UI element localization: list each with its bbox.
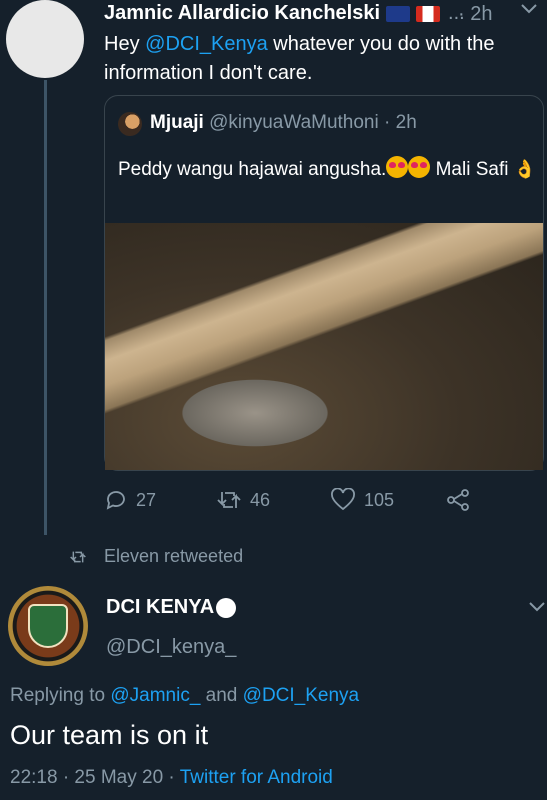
mention-link-dci[interactable]: @DCI_Kenya bbox=[243, 685, 359, 706]
chevron-down-icon[interactable] bbox=[520, 0, 538, 21]
quoted-text: Peddy wangu hajawai angusha. Mali Safi 👌 bbox=[118, 155, 538, 184]
author-name[interactable]: Jamnic Allardicio Kanchelski bbox=[104, 2, 380, 25]
tweet-time[interactable]: · 2h bbox=[458, 3, 492, 26]
mention-link[interactable]: @DCI_Kenya bbox=[145, 33, 268, 55]
share-icon bbox=[447, 489, 469, 511]
quoted-time: · 2h bbox=[384, 112, 417, 133]
retweet-icon bbox=[217, 492, 241, 508]
dci-crest-logo bbox=[28, 604, 68, 648]
heart-eyes-emoji-icon bbox=[386, 156, 409, 178]
dci-tweet-text: Our team is on it bbox=[10, 720, 209, 750]
reply-icon bbox=[106, 491, 125, 510]
ok-hand-emoji-icon: 👌 bbox=[513, 159, 537, 179]
like-button[interactable]: 105 bbox=[330, 488, 394, 512]
tweet-author-row: Jamnic Allardicio Kanchelski ... bbox=[104, 2, 465, 25]
australia-flag-icon bbox=[386, 5, 411, 22]
mention-link-jamnic[interactable]: @Jamnic_ bbox=[110, 685, 200, 706]
dci-author-handle[interactable]: @DCI_kenya_ bbox=[106, 636, 236, 659]
tweet-datetime: 22:18 · 25 May 20 · bbox=[10, 767, 175, 788]
chevron-down-icon[interactable] bbox=[528, 598, 546, 619]
retweeted-by-label[interactable]: Eleven retweeted bbox=[68, 546, 243, 567]
dci-author-name[interactable]: DCI KENYA bbox=[106, 596, 214, 619]
tweet-source-link[interactable]: Twitter for Android bbox=[180, 767, 333, 788]
reply-button[interactable]: 27 bbox=[104, 488, 156, 512]
quoted-author-name: Mjuaji bbox=[150, 112, 204, 133]
quoted-author-handle: @kinyuaWaMuthoni bbox=[209, 112, 379, 133]
tweet-text: Hey @DCI_Kenya whatever you do with the … bbox=[104, 33, 495, 84]
quoted-media-image[interactable] bbox=[105, 223, 543, 470]
dci-author-row: DCI KENYA bbox=[106, 596, 237, 619]
share-button[interactable] bbox=[446, 488, 480, 512]
verified-badge-icon bbox=[216, 597, 237, 618]
replying-to-line: Replying to @Jamnic_ and @DCI_Kenya bbox=[10, 685, 360, 706]
quoted-author-avatar bbox=[118, 112, 142, 136]
tweet-metadata: 22:18 · 25 May 20 · Twitter for Android bbox=[10, 767, 333, 789]
retweet-icon bbox=[70, 551, 86, 562]
heart-icon bbox=[331, 488, 355, 511]
quoted-author-row: Mjuaji @kinyuaWaMuthoni · 2h bbox=[150, 112, 417, 134]
thread-line bbox=[44, 80, 47, 535]
canada-flag-icon bbox=[416, 5, 441, 22]
heart-eyes-emoji-icon bbox=[408, 156, 431, 178]
author-avatar[interactable] bbox=[6, 0, 84, 78]
retweet-button[interactable]: 46 bbox=[216, 488, 270, 512]
